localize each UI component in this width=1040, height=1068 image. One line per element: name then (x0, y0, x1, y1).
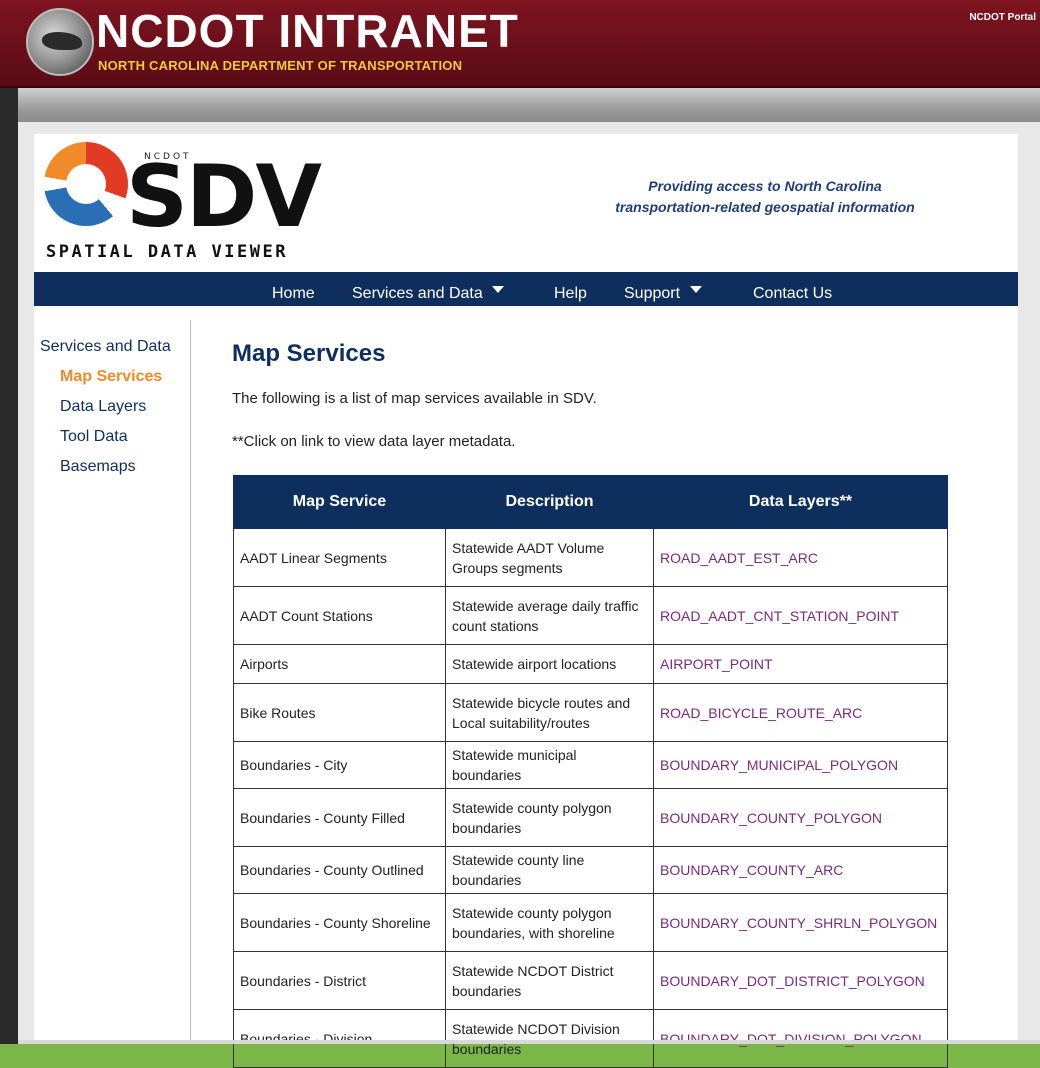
sidebar-item-map-services[interactable]: Map Services (60, 368, 162, 386)
support-caret-icon[interactable] (690, 286, 702, 293)
data-layer-link[interactable]: BOUNDARY_MUNICIPAL_POLYGON (653, 741, 948, 789)
table-row: Boundaries - County Filled Statewide cou… (233, 788, 948, 847)
table-header-row: Map Service Description Data Layers** (233, 475, 948, 529)
intro-text: The following is a list of map services … (232, 390, 597, 407)
gray-toolbar (18, 88, 1040, 122)
data-layer-link[interactable]: ROAD_AADT_EST_ARC (653, 528, 948, 587)
bottom-edge (18, 1040, 1040, 1044)
cell-map-service: Boundaries - Division (233, 1009, 446, 1068)
sdv-swirl-icon (44, 142, 128, 226)
sdv-logo[interactable]: NCDOT SDV SPATIAL DATA VIEWER (40, 142, 322, 266)
data-layer-link[interactable]: BOUNDARY_COUNTY_POLYGON (653, 788, 948, 847)
ncdot-seal-icon (26, 8, 94, 76)
nav-home[interactable]: Home (272, 272, 315, 306)
cell-map-service: Airports (233, 644, 446, 684)
portal-link[interactable]: NCDOT Portal (969, 12, 1036, 23)
cell-description: Statewide county polygon boundaries, wit… (445, 893, 654, 952)
banner-title: NCDOT INTRANET (96, 5, 519, 57)
logo-subtitle: SPATIAL DATA VIEWER (46, 242, 288, 262)
data-layer-link[interactable]: AIRPORT_POINT (653, 644, 948, 684)
data-layer-link[interactable]: BOUNDARY_DOT_DISTRICT_POLYGON (653, 951, 948, 1010)
cell-description: Statewide AADT Volume Groups segments (445, 528, 654, 587)
nav-contact-us[interactable]: Contact Us (753, 272, 832, 306)
left-frame (0, 88, 18, 1044)
cell-description: Statewide municipal boundaries (445, 741, 654, 789)
sidebar-item-basemaps[interactable]: Basemaps (60, 458, 136, 476)
cell-description: Statewide airport locations (445, 644, 654, 684)
table-row: AADT Count Stations Statewide average da… (233, 586, 948, 645)
header-map-service: Map Service (233, 475, 446, 529)
tagline: Providing access to North Carolina trans… (600, 176, 930, 218)
cell-map-service: Boundaries - County Outlined (233, 846, 446, 894)
data-layer-link[interactable]: ROAD_BICYCLE_ROUTE_ARC (653, 683, 948, 742)
intranet-banner: NCDOT INTRANET NORTH CAROLINA DEPARTMENT… (0, 0, 1040, 88)
nav-support[interactable]: Support (624, 272, 680, 306)
sidebar-divider (190, 320, 191, 1044)
table-row: Airports Statewide airport locations AIR… (233, 644, 948, 684)
cell-map-service: Boundaries - County Filled (233, 788, 446, 847)
cell-map-service: Boundaries - City (233, 741, 446, 789)
data-layer-link[interactable]: BOUNDARY_DOT_DIVISION_POLYGON (653, 1009, 948, 1068)
cell-description: Statewide NCDOT District boundaries (445, 951, 654, 1010)
header-data-layers: Data Layers** (653, 475, 948, 529)
services-caret-icon[interactable] (492, 286, 504, 293)
header-description: Description (445, 475, 654, 529)
sidebar-item-tool-data[interactable]: Tool Data (60, 428, 128, 446)
logo-sdv-text: SDV (126, 147, 322, 247)
table-row: Boundaries - County Outlined Statewide c… (233, 846, 948, 894)
data-layer-link[interactable]: ROAD_AADT_CNT_STATION_POINT (653, 586, 948, 645)
table-row: Boundaries - Division Statewide NCDOT Di… (233, 1009, 948, 1068)
page-title: Map Services (232, 340, 386, 367)
nav-help[interactable]: Help (554, 272, 587, 306)
cell-description: Statewide county line boundaries (445, 846, 654, 894)
nav-services-and-data[interactable]: Services and Data (352, 272, 483, 306)
table-row: AADT Linear Segments Statewide AADT Volu… (233, 528, 948, 587)
sidebar-heading[interactable]: Services and Data (40, 338, 171, 356)
cell-map-service: Boundaries - District (233, 951, 446, 1010)
sidebar-item-data-layers[interactable]: Data Layers (60, 398, 146, 416)
tagline-line-2: transportation-related geospatial inform… (615, 199, 915, 215)
data-layer-link[interactable]: BOUNDARY_COUNTY_ARC (653, 846, 948, 894)
cell-map-service: Boundaries - County Shoreline (233, 893, 446, 952)
table-row: Boundaries - District Statewide NCDOT Di… (233, 951, 948, 1010)
cell-map-service: Bike Routes (233, 683, 446, 742)
cell-map-service: AADT Linear Segments (233, 528, 446, 587)
main-nav: Home Services and Data Help Support Cont… (34, 272, 1018, 306)
map-services-table: Map Service Description Data Layers** AA… (233, 475, 948, 1068)
data-layer-link[interactable]: BOUNDARY_COUNTY_SHRLN_POLYGON (653, 893, 948, 952)
cell-description: Statewide NCDOT Division boundaries (445, 1009, 654, 1068)
tagline-line-1: Providing access to North Carolina (648, 178, 882, 194)
table-row: Boundaries - County Shoreline Statewide … (233, 893, 948, 952)
cell-description: Statewide bicycle routes and Local suita… (445, 683, 654, 742)
cell-description: Statewide average daily traffic count st… (445, 586, 654, 645)
cell-map-service: AADT Count Stations (233, 586, 446, 645)
cell-description: Statewide county polygon boundaries (445, 788, 654, 847)
table-row: Boundaries - City Statewide municipal bo… (233, 741, 948, 789)
banner-subtitle: NORTH CAROLINA DEPARTMENT OF TRANSPORTAT… (98, 58, 463, 73)
table-row: Bike Routes Statewide bicycle routes and… (233, 683, 948, 742)
note-text: **Click on link to view data layer metad… (232, 433, 516, 450)
